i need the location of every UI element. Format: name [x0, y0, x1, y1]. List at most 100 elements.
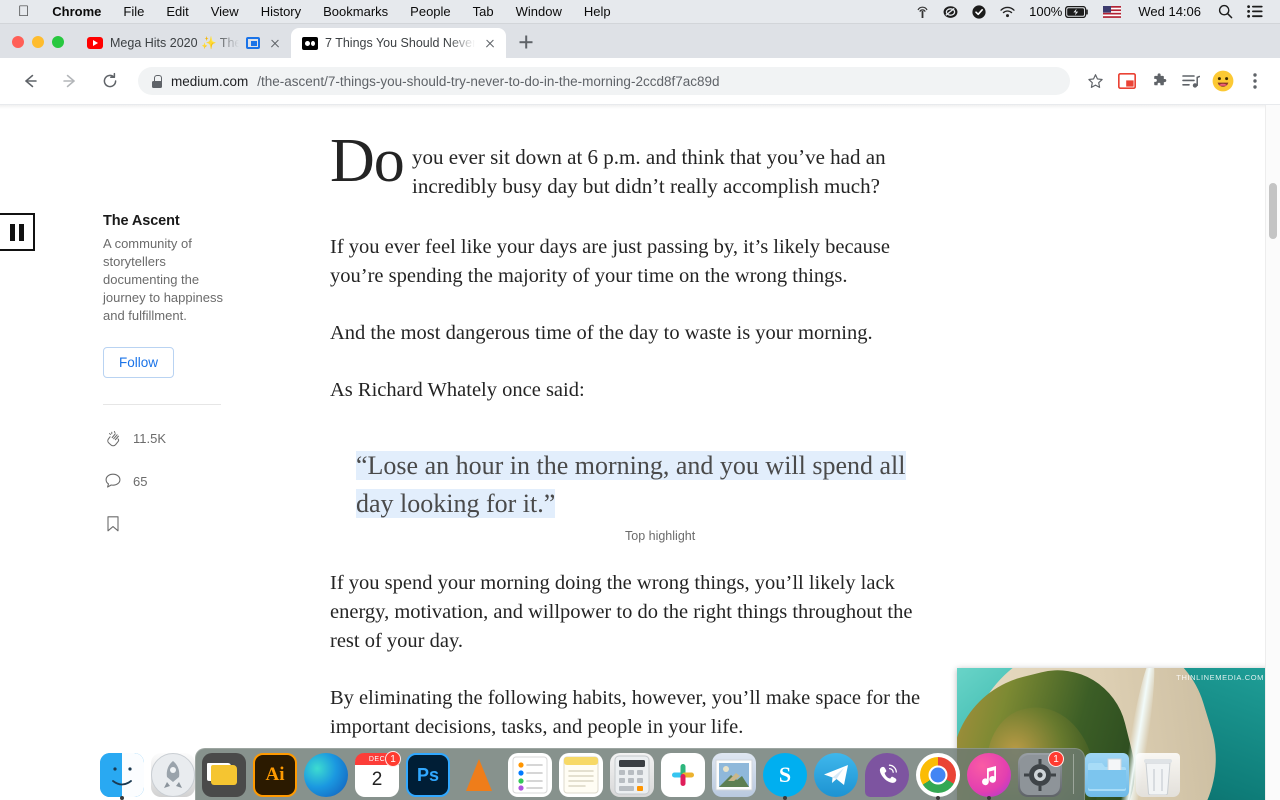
close-tab-2-button[interactable]	[482, 35, 498, 51]
maximize-window-button[interactable]	[52, 36, 64, 48]
reload-icon[interactable]	[95, 66, 125, 96]
floating-pause-button[interactable]	[0, 213, 35, 251]
dock-divider	[1073, 754, 1074, 794]
browser-tab-1-title: Mega Hits 2020 ✨ The Be	[110, 36, 239, 51]
macos-menu-bar:  Chrome File Edit View History Bookmark…	[0, 0, 1280, 24]
page-scrollbar-thumb[interactable]	[1269, 183, 1277, 239]
forward-arrow-icon[interactable]	[55, 66, 85, 96]
menu-bar-status-items: 100% Wed 14:06	[909, 0, 1280, 24]
dock-item-edge[interactable]	[304, 753, 348, 797]
dock-item-reminders[interactable]	[508, 753, 552, 797]
new-tab-button[interactable]	[512, 28, 540, 56]
comment-stat[interactable]: 65	[103, 471, 228, 491]
bookmark-star-icon[interactable]	[1080, 66, 1110, 96]
checkmark-badge-icon[interactable]	[965, 5, 993, 19]
pull-quote: “Lose an hour in the morning, and you wi…	[356, 447, 936, 523]
medium-article-content: The Ascent A community of storytellers d…	[0, 105, 1280, 800]
dock-running-indicator	[936, 796, 940, 800]
address-bar-host: medium.com	[171, 74, 248, 89]
menu-item-tab[interactable]: Tab	[462, 0, 505, 24]
minimize-window-button[interactable]	[32, 36, 44, 48]
drop-cap: Do	[330, 130, 404, 192]
publication-name[interactable]: The Ascent	[103, 213, 228, 229]
menu-item-bookmarks[interactable]: Bookmarks	[312, 0, 399, 24]
address-bar[interactable]: medium.com/the-ascent/7-things-you-shoul…	[138, 67, 1070, 95]
back-arrow-icon[interactable]	[15, 66, 45, 96]
browser-tab-2-title: 7 Things You Should Never Do	[325, 36, 475, 50]
dock-item-photoshop[interactable]: Ps	[406, 753, 450, 797]
dock-item-itunes[interactable]	[967, 753, 1011, 797]
browser-tab-strip: Mega Hits 2020 ✨ The Be 7 Things You Sho…	[0, 24, 1280, 58]
dock-item-files[interactable]	[202, 753, 246, 797]
bookmark-icon	[103, 514, 123, 534]
apple-logo-icon[interactable]: 	[10, 0, 41, 24]
personal-hotspot-icon[interactable]	[909, 5, 936, 19]
dock-item-chrome[interactable]	[916, 753, 960, 797]
macos-dock: Ai DEC 2 1 Ps S	[195, 748, 1085, 800]
menu-item-view[interactable]: View	[200, 0, 250, 24]
picture-in-picture-icon[interactable]	[246, 37, 260, 49]
dock-item-trash[interactable]	[1136, 753, 1180, 797]
dock-item-finder[interactable]	[100, 753, 144, 797]
paragraph-5: If you spend your morning doing the wron…	[330, 569, 935, 656]
menu-item-history[interactable]: History	[250, 0, 312, 24]
top-highlight-label: Top highlight	[625, 529, 695, 543]
menu-bar-items:  Chrome File Edit View History Bookmark…	[0, 0, 622, 24]
pip-watermark: THINLINEMEDIA.COM	[1176, 673, 1264, 682]
chrome-menu-icon[interactable]	[1240, 66, 1270, 96]
bookmark-stat[interactable]	[103, 514, 228, 534]
media-playlist-icon[interactable]	[1176, 66, 1206, 96]
search-icon[interactable]	[1211, 4, 1240, 19]
illustrator-label: Ai	[266, 764, 285, 786]
folder-icon	[211, 765, 237, 785]
battery-charging-icon[interactable]	[1065, 6, 1096, 18]
creative-cloud-icon[interactable]	[936, 5, 965, 19]
dock-item-slack[interactable]	[661, 753, 705, 797]
menu-bar-clock[interactable]: Wed 14:06	[1128, 4, 1211, 19]
vlc-cone-icon	[466, 759, 492, 791]
dock-running-indicator	[783, 796, 787, 800]
browser-toolbar: medium.com/the-ascent/7-things-you-shoul…	[0, 58, 1280, 105]
dock-item-mail[interactable]	[712, 753, 756, 797]
dock-item-notes[interactable]	[559, 753, 603, 797]
wifi-icon[interactable]	[993, 6, 1022, 18]
dock-item-viber[interactable]	[865, 753, 909, 797]
dock-running-indicator	[987, 796, 991, 800]
system-preferences-badge: 1	[1048, 751, 1064, 767]
us-flag-icon[interactable]	[1096, 6, 1128, 18]
clap-stat[interactable]: 11.5K	[103, 428, 228, 448]
menu-item-people[interactable]: People	[399, 0, 461, 24]
browser-tab-1[interactable]: Mega Hits 2020 ✨ The Be	[76, 28, 291, 58]
browser-tab-2[interactable]: 7 Things You Should Never Do	[291, 28, 506, 58]
article-body: Do you ever sit down at 6 p.m. and think…	[330, 143, 935, 742]
youtube-icon	[87, 35, 103, 51]
first-paragraph-block: Do you ever sit down at 6 p.m. and think…	[330, 143, 935, 205]
dock-item-illustrator[interactable]: Ai	[253, 753, 297, 797]
dock-item-calculator[interactable]	[610, 753, 654, 797]
page-scrollbar[interactable]	[1265, 105, 1280, 800]
picture-in-picture-icon[interactable]	[1112, 66, 1142, 96]
comment-icon	[103, 471, 123, 491]
dock-item-skype[interactable]: S	[763, 753, 807, 797]
dock-item-calendar[interactable]: DEC 2 1	[355, 753, 399, 797]
menu-item-edit[interactable]: Edit	[155, 0, 199, 24]
follow-button[interactable]: Follow	[103, 347, 174, 378]
menu-item-window[interactable]: Window	[505, 0, 573, 24]
menu-item-file[interactable]: File	[112, 0, 155, 24]
dock-item-downloads[interactable]	[1085, 753, 1129, 797]
menu-item-help[interactable]: Help	[573, 0, 622, 24]
dock-item-launchpad[interactable]	[151, 753, 195, 797]
menu-item-chrome[interactable]: Chrome	[41, 0, 112, 24]
photoshop-label: Ps	[417, 765, 439, 786]
dock-item-system-preferences[interactable]: 1	[1018, 753, 1062, 797]
control-center-icon[interactable]	[1240, 5, 1270, 18]
window-traffic-lights	[0, 36, 76, 58]
profile-avatar-icon[interactable]	[1208, 66, 1238, 96]
address-bar-path: /the-ascent/7-things-you-should-try-neve…	[257, 74, 719, 89]
dock-item-vlc[interactable]	[457, 753, 501, 797]
close-window-button[interactable]	[12, 36, 24, 48]
close-tab-1-button[interactable]	[267, 35, 283, 51]
extensions-puzzle-icon[interactable]	[1144, 66, 1174, 96]
dock-item-telegram[interactable]	[814, 753, 858, 797]
paragraph-3: And the most dangerous time of the day t…	[330, 319, 935, 348]
